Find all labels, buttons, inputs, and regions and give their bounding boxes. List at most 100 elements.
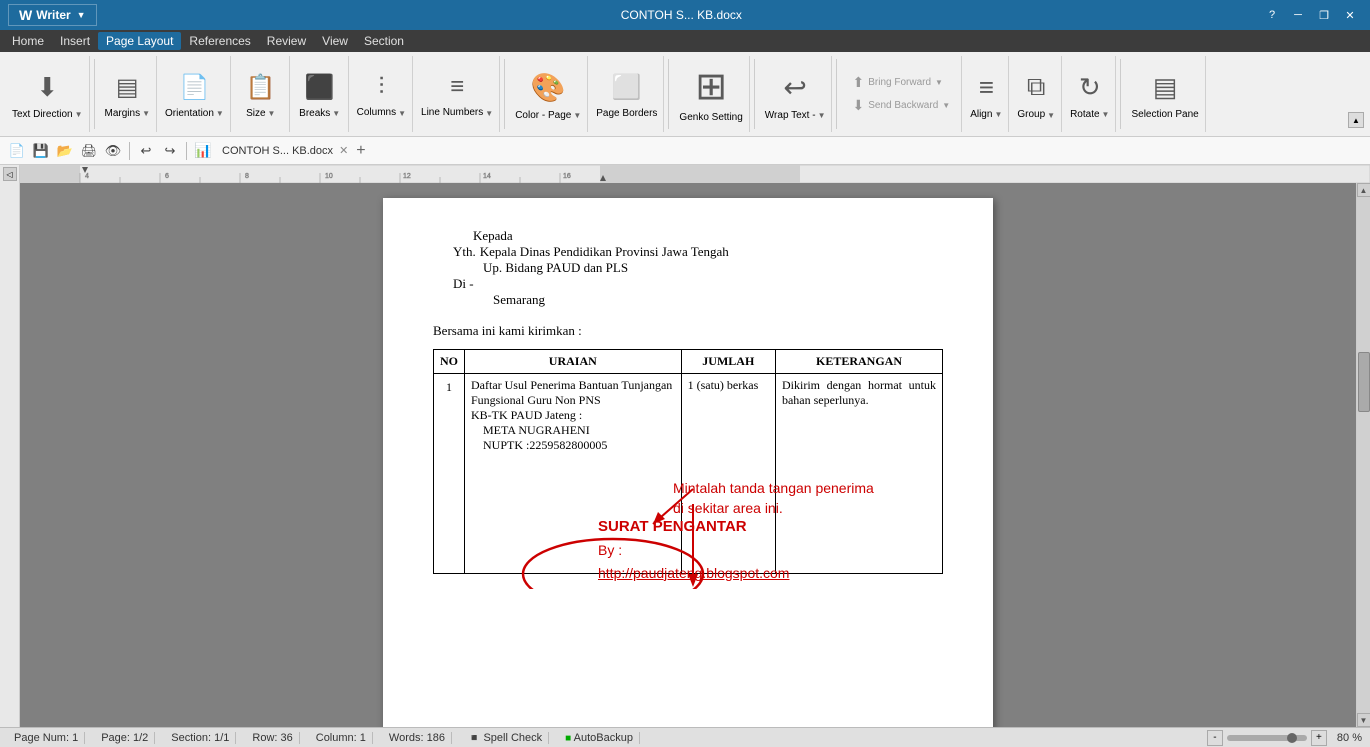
- page-color-label-row[interactable]: Color - Page ▼: [515, 110, 581, 122]
- writer-logo[interactable]: W Writer ▼: [8, 4, 97, 26]
- svg-text:6: 6: [165, 173, 169, 180]
- t2-undo-button[interactable]: ↩: [135, 140, 157, 162]
- orientation-button[interactable]: 📄: [172, 69, 216, 106]
- title-bar-controls: ? ─ ❐ ✕: [1260, 5, 1362, 25]
- di-line: Di -: [453, 276, 943, 292]
- margins-button[interactable]: ▤: [109, 69, 146, 106]
- t2-redo-button[interactable]: ↪: [159, 140, 181, 162]
- menu-view[interactable]: View: [314, 32, 356, 50]
- intro-text: Bersama ini kami kirimkan :: [433, 323, 943, 339]
- t2-print-button[interactable]: 🖨: [78, 140, 100, 162]
- line-numbers-button[interactable]: ≡: [443, 69, 471, 105]
- margins-label: Margins: [105, 108, 141, 120]
- minimize-button[interactable]: ─: [1286, 5, 1310, 25]
- toolbar-group-wrap-text: ↩ Wrap Text - ▼: [759, 56, 833, 132]
- text-direction-label-row[interactable]: Text Direction ▼: [12, 109, 83, 121]
- table-container: NO URAIAN JUMLAH KETERANGAN 1: [433, 349, 943, 574]
- restore-button[interactable]: ❐: [1312, 5, 1336, 25]
- margins-label-row[interactable]: Margins ▼: [105, 108, 151, 120]
- scroll-thumb[interactable]: [1358, 352, 1370, 412]
- group-button[interactable]: ⧉: [1020, 67, 1053, 107]
- wrap-text-button[interactable]: ↩: [776, 67, 813, 108]
- size-label-row[interactable]: Size ▼: [246, 108, 275, 120]
- bring-forward-button[interactable]: ⬆ Bring Forward ▼: [847, 71, 955, 94]
- t2-new-button[interactable]: 📄: [6, 140, 28, 162]
- menu-insert[interactable]: Insert: [52, 32, 98, 50]
- breaks-label-row[interactable]: Breaks ▼: [299, 108, 340, 120]
- svg-text:12: 12: [403, 173, 411, 180]
- menu-page-layout[interactable]: Page Layout: [98, 32, 181, 50]
- arrange-group: ⬆ Bring Forward ▼ ⬇ Send Backward ▼: [841, 56, 962, 132]
- t2-preview-button[interactable]: 👁: [102, 140, 124, 162]
- toolbar-group-columns: ⫶ Columns ▼: [351, 56, 413, 132]
- writer-dropdown-arrow[interactable]: ▼: [77, 10, 86, 20]
- align-arrow: ▼: [994, 110, 1002, 119]
- toolbar-group-line-numbers: ≡ Line Numbers ▼: [415, 56, 500, 132]
- right-scrollbar[interactable]: ▲ ▼: [1356, 183, 1370, 727]
- selection-pane-label: Selection Pane: [1131, 109, 1198, 121]
- page-borders-label-row[interactable]: Page Borders: [596, 108, 657, 120]
- tab-close-x[interactable]: ✕: [339, 144, 348, 157]
- surat-url: http://paudjateng.blogspot.com: [598, 562, 789, 584]
- toolbar-group-group: ⧉ Group ▼: [1011, 56, 1062, 132]
- columns-label-row[interactable]: Columns ▼: [357, 107, 406, 119]
- columns-button[interactable]: ⫶: [371, 69, 391, 105]
- scroll-up-button[interactable]: ▲: [1357, 183, 1370, 197]
- status-spell-check[interactable]: ◾ Spell Check: [462, 732, 549, 744]
- text-direction-icon: ⬇: [36, 72, 58, 103]
- size-icon: 📋: [246, 73, 276, 102]
- help-button[interactable]: ?: [1260, 5, 1284, 25]
- align-button[interactable]: ≡: [972, 68, 1001, 107]
- toolbar-group-text-direction: ⬇ Text Direction ▼: [6, 56, 90, 132]
- address-block: Kepada Yth. Kepala Dinas Pendidikan Prov…: [453, 228, 943, 308]
- annotation-text: Mintalah tanda tangan penerima di sekita…: [673, 479, 874, 518]
- menu-home[interactable]: Home: [4, 32, 52, 50]
- doc-name-display: CONTOH S... KB.docx: [222, 145, 333, 157]
- bring-forward-label: Bring Forward: [868, 77, 931, 88]
- col-no: NO: [434, 350, 465, 374]
- status-words: Words: 186: [383, 732, 452, 744]
- orientation-label-row[interactable]: Orientation ▼: [165, 108, 224, 120]
- zoom-thumb[interactable]: [1287, 733, 1297, 743]
- group-label-row[interactable]: Group ▼: [1017, 109, 1055, 121]
- page-borders-button[interactable]: ⬜: [605, 69, 649, 106]
- menu-section[interactable]: Section: [356, 32, 412, 50]
- surat-title: SURAT PENGANTAR: [598, 515, 789, 539]
- menu-references[interactable]: References: [181, 32, 258, 50]
- selection-pane-button[interactable]: ▤: [1146, 68, 1185, 107]
- tab-add-button[interactable]: +: [356, 142, 365, 160]
- rotate-button[interactable]: ↻: [1072, 68, 1108, 107]
- rotate-label-row[interactable]: Rotate ▼: [1070, 109, 1109, 121]
- wrap-text-label-row[interactable]: Wrap Text - ▼: [765, 110, 826, 122]
- t2-doc-icon: 📊: [192, 140, 214, 162]
- sep-3: [668, 59, 669, 129]
- genko-setting-button[interactable]: ⊞: [688, 64, 734, 110]
- page-color-label: Color - Page: [515, 110, 571, 122]
- scroll-track[interactable]: [1357, 197, 1370, 713]
- status-page-num: Page Num: 1: [8, 732, 85, 744]
- zoom-slider[interactable]: [1227, 735, 1307, 741]
- line-numbers-arrow: ▼: [485, 109, 493, 118]
- t2-save-button[interactable]: 💾: [30, 140, 52, 162]
- zoom-in-button[interactable]: +: [1311, 730, 1327, 746]
- page-color-button[interactable]: 🎨: [524, 67, 573, 108]
- scroll-down-button[interactable]: ▼: [1357, 713, 1370, 727]
- send-backward-button[interactable]: ⬇ Send Backward ▼: [847, 94, 955, 117]
- line-numbers-label-row[interactable]: Line Numbers ▼: [421, 107, 493, 119]
- breaks-button[interactable]: ⬛: [298, 69, 342, 106]
- zoom-out-button[interactable]: -: [1207, 730, 1223, 746]
- document-canvas[interactable]: Kepada Yth. Kepala Dinas Pendidikan Prov…: [20, 183, 1356, 727]
- close-button[interactable]: ✕: [1338, 5, 1362, 25]
- menu-review[interactable]: Review: [259, 32, 314, 50]
- kepada-line: Kepada: [473, 228, 943, 244]
- status-autobackup: ■ AutoBackup: [559, 732, 640, 744]
- breaks-icon: ⬛: [305, 73, 335, 102]
- t2-open-button[interactable]: 📂: [54, 140, 76, 162]
- toolbar-expand-button[interactable]: ▲: [1348, 112, 1364, 128]
- align-label-row[interactable]: Align ▼: [970, 109, 1002, 121]
- page-color-arrow: ▼: [573, 111, 581, 120]
- size-label: Size: [246, 108, 265, 120]
- text-direction-button[interactable]: ⬇: [29, 68, 65, 107]
- rotate-arrow: ▼: [1102, 110, 1110, 119]
- size-button[interactable]: 📋: [239, 69, 283, 106]
